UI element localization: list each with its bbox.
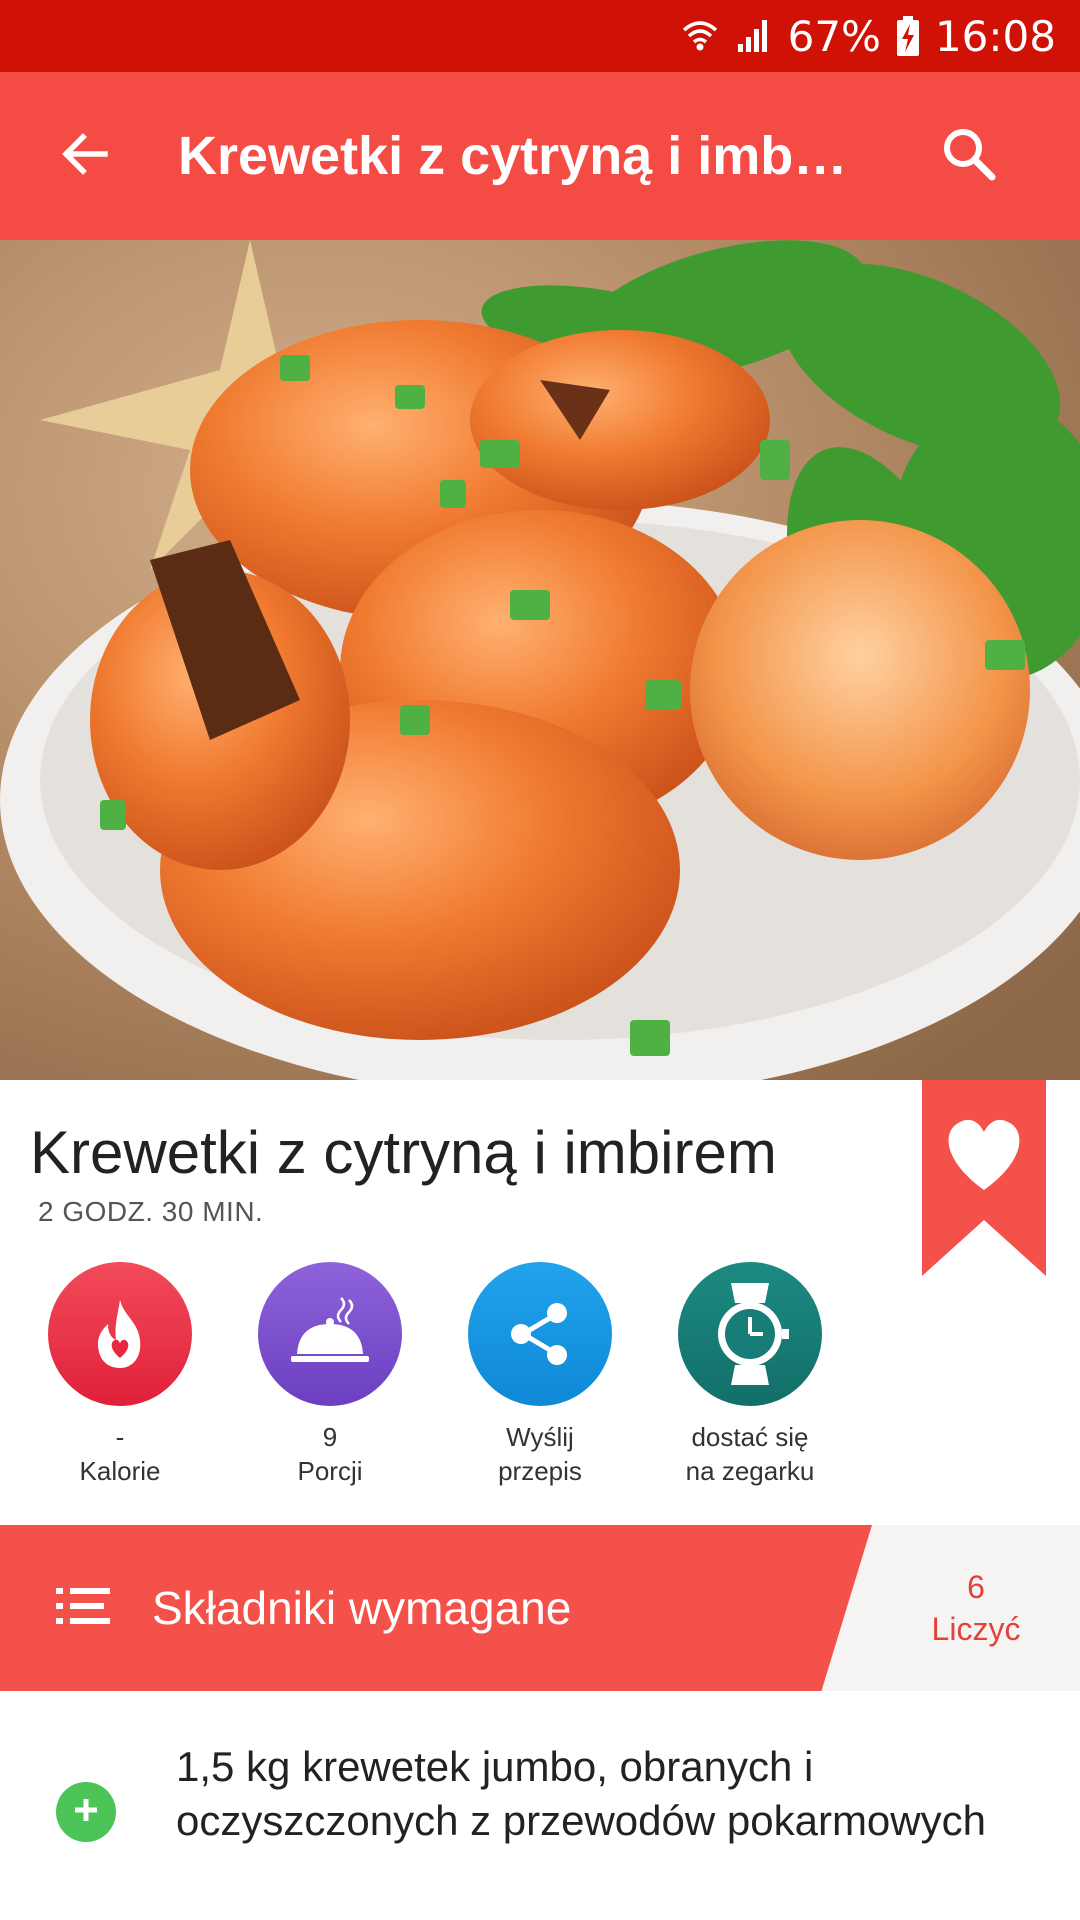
status-bar: 67% 16:08	[0, 0, 1080, 72]
add-ingredient-button[interactable]	[56, 1782, 116, 1842]
recipe-photo	[0, 240, 1080, 1080]
app-bar: Krewetki z cytryną i imbirem	[0, 72, 1080, 240]
ingredients-header: Składniki wymagane 6 Liczyć	[0, 1525, 1080, 1691]
wifi-icon	[680, 16, 720, 56]
calories-flame-icon	[48, 1262, 192, 1406]
watch-label-1: dostać się	[691, 1422, 809, 1452]
calories-action[interactable]: - Kalorie	[15, 1262, 225, 1488]
signal-icon	[734, 16, 774, 56]
servings-value: 9	[322, 1422, 338, 1452]
share-recipe-action[interactable]: Wyślij przepis	[435, 1262, 645, 1488]
list-icon	[56, 1586, 110, 1631]
calories-value: -	[115, 1422, 125, 1452]
servings-action[interactable]: 9 Porcji	[225, 1262, 435, 1488]
ingredients-title-bar: Składniki wymagane	[0, 1525, 872, 1691]
action-row: - Kalorie 9 Porcji Wyślij przepis dostać…	[0, 1262, 1080, 1486]
list-item: 1,5 kg krewetek jumbo, obranych i oczysz…	[0, 1740, 1080, 1880]
back-button[interactable]	[0, 72, 168, 240]
recipe-title: Krewetki z cytryną i imbirem	[30, 1119, 777, 1186]
share-label-1: Wyślij	[506, 1422, 574, 1452]
watch-action[interactable]: dostać się na zegarku	[645, 1262, 855, 1488]
arrow-back-icon	[57, 127, 111, 186]
calories-label: Kalorie	[79, 1456, 161, 1486]
ingredients-title: Składniki wymagane	[152, 1582, 572, 1634]
plus-icon	[72, 1796, 100, 1829]
ingredients-count: 6 Liczyć	[872, 1525, 1080, 1691]
ingredients-count-value: 6	[967, 1569, 985, 1605]
app-bar-title: Krewetki z cytryną i imbirem	[178, 126, 858, 186]
ingredients-count-label: Liczyć	[931, 1611, 1021, 1647]
battery-percent: 67%	[787, 11, 881, 61]
clock: 16:08	[934, 11, 1056, 61]
recipe-time: 2 GODZ. 30 MIN.	[38, 1196, 264, 1227]
battery-charging-icon	[895, 15, 921, 57]
favorite-bookmark-button[interactable]	[922, 1080, 1046, 1276]
watch-label-2: na zegarku	[685, 1456, 815, 1486]
search-button[interactable]	[858, 72, 1080, 240]
ingredient-text: 1,5 kg krewetek jumbo, obranych i oczysz…	[176, 1743, 986, 1844]
watch-icon	[678, 1262, 822, 1406]
share-label-2: przepis	[498, 1456, 582, 1486]
serving-cloche-icon	[258, 1262, 402, 1406]
search-icon	[940, 125, 998, 188]
share-icon	[468, 1262, 612, 1406]
servings-label: Porcji	[297, 1456, 363, 1486]
